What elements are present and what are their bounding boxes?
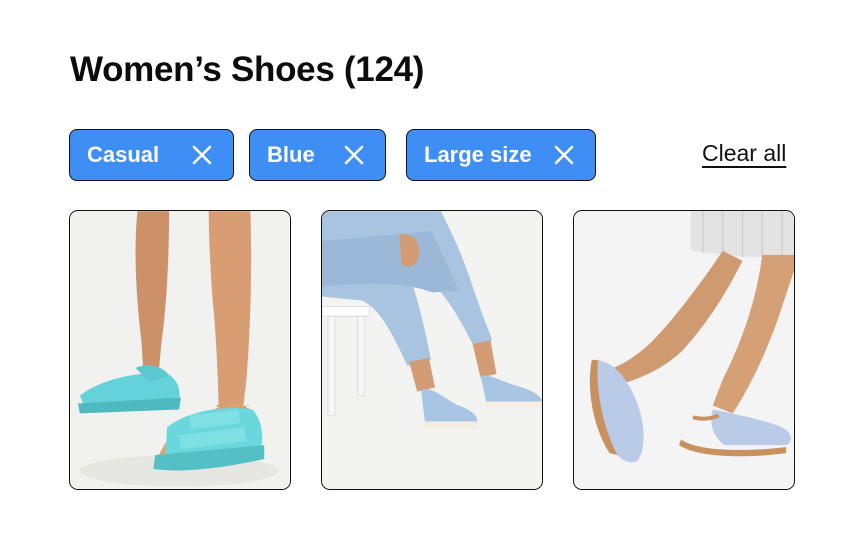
- filter-chip-casual[interactable]: Casual: [69, 129, 234, 181]
- filter-chip-large-size[interactable]: Large size: [406, 129, 596, 181]
- filter-chip-blue[interactable]: Blue: [249, 129, 386, 181]
- blue-slingback-flats-photo: [574, 211, 794, 489]
- close-icon[interactable]: [553, 144, 575, 166]
- product-card[interactable]: [69, 210, 291, 490]
- close-icon[interactable]: [191, 144, 213, 166]
- blue-canvas-espadrilles-photo: [322, 211, 542, 489]
- blue-quilted-sandals-photo: [70, 211, 290, 489]
- product-card[interactable]: [573, 210, 795, 490]
- filter-chip-label: Blue: [267, 142, 315, 167]
- filter-chip-label: Large size: [424, 142, 532, 167]
- page-title: Women’s Shoes (124): [70, 50, 425, 89]
- filter-chip-label: Casual: [87, 142, 160, 167]
- clear-all-link[interactable]: Clear all: [702, 140, 786, 167]
- close-icon[interactable]: [343, 144, 365, 166]
- product-card[interactable]: [321, 210, 543, 490]
